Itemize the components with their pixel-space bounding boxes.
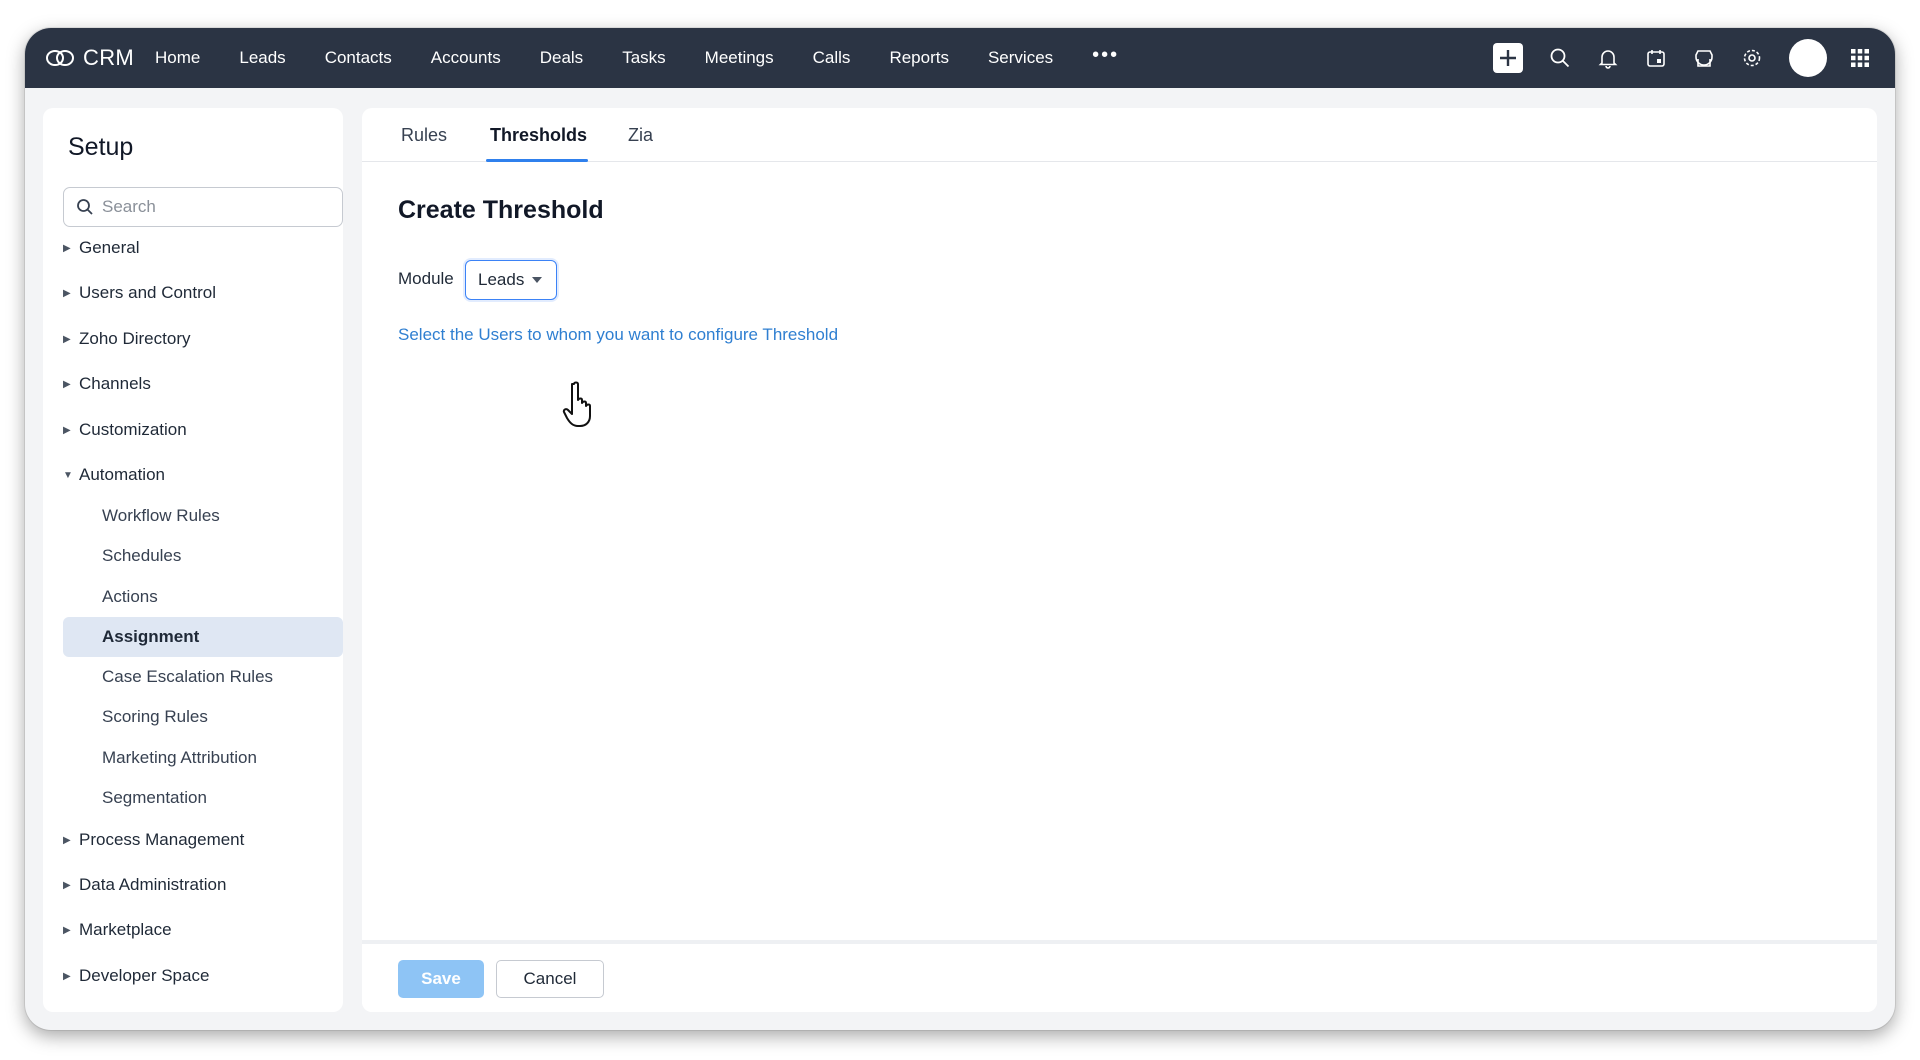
hand-cursor-icon xyxy=(562,381,591,427)
active-tab-indicator xyxy=(486,159,588,162)
nav-meetings[interactable]: Meetings xyxy=(705,48,774,68)
menu-customization[interactable]: ▶ Customization xyxy=(63,420,187,440)
menu-zoho-directory[interactable]: ▶ Zoho Directory xyxy=(63,329,190,349)
top-icons xyxy=(1493,28,1875,88)
top-nav-bar: CRM Home Leads Contacts Accounts Deals T… xyxy=(25,28,1895,88)
menu-general[interactable]: ▶ General xyxy=(63,238,139,258)
sub-assignment[interactable]: Assignment xyxy=(63,617,343,657)
sidebar-search-input[interactable] xyxy=(102,197,322,217)
nav-deals[interactable]: Deals xyxy=(540,48,583,68)
sub-schedules[interactable]: Schedules xyxy=(63,536,343,576)
apps-grid-icon[interactable] xyxy=(1845,43,1875,73)
main-nav: Home Leads Contacts Accounts Deals Tasks… xyxy=(155,44,1119,68)
sub-marketing-attribution[interactable]: Marketing Attribution xyxy=(63,738,343,778)
tab-rules[interactable]: Rules xyxy=(401,125,447,146)
tab-thresholds[interactable]: Thresholds xyxy=(490,125,587,146)
module-dropdown-value: Leads xyxy=(478,270,525,289)
caret-down-icon: ▼ xyxy=(63,469,73,481)
caret-right-icon: ▶ xyxy=(63,834,71,846)
sub-case-escalation-rules[interactable]: Case Escalation Rules xyxy=(63,657,343,697)
calendar-icon[interactable] xyxy=(1641,43,1671,73)
caret-right-icon: ▶ xyxy=(63,378,71,390)
nav-accounts[interactable]: Accounts xyxy=(431,48,501,68)
module-label: Module xyxy=(398,269,454,288)
app-window: CRM Home Leads Contacts Accounts Deals T… xyxy=(25,28,1895,1030)
menu-data-administration[interactable]: ▶ Data Administration xyxy=(63,875,226,895)
nav-more-icon[interactable]: ••• xyxy=(1092,44,1119,67)
bell-icon[interactable] xyxy=(1593,43,1623,73)
caret-right-icon: ▶ xyxy=(63,970,71,982)
chevron-down-icon xyxy=(532,277,543,283)
nav-contacts[interactable]: Contacts xyxy=(325,48,392,68)
gear-icon[interactable] xyxy=(1737,43,1767,73)
caret-right-icon: ▶ xyxy=(63,333,71,345)
caret-right-icon: ▶ xyxy=(63,424,71,436)
setup-sidebar: Setup ▶General ▶Users and Control ▶Zoho … xyxy=(43,108,343,1012)
save-button[interactable]: Save xyxy=(398,960,484,998)
configure-users-link[interactable]: Select the Users to whom you want to con… xyxy=(398,325,838,345)
nav-calls[interactable]: Calls xyxy=(813,48,851,68)
menu-developer-space[interactable]: ▶ Developer Space xyxy=(63,966,209,986)
sub-actions[interactable]: Actions xyxy=(63,577,343,617)
crm-logo-icon xyxy=(46,50,74,66)
page-title: Create Threshold xyxy=(398,196,604,224)
sub-scoring-rules[interactable]: Scoring Rules xyxy=(63,697,343,737)
app-name: CRM xyxy=(83,45,135,70)
cancel-button[interactable]: Cancel xyxy=(496,960,604,998)
module-dropdown[interactable]: Leads xyxy=(465,260,557,300)
search-icon[interactable] xyxy=(1545,43,1575,73)
menu-users-and-control[interactable]: ▶ Users and Control xyxy=(63,283,216,303)
menu-marketplace[interactable]: ▶ Marketplace xyxy=(63,920,172,940)
menu-process-management[interactable]: ▶ Process Management xyxy=(63,830,244,850)
avatar[interactable] xyxy=(1789,39,1827,77)
tab-zia[interactable]: Zia xyxy=(628,125,653,146)
crm-logo[interactable]: CRM xyxy=(45,45,145,71)
nav-home[interactable]: Home xyxy=(155,48,200,68)
sub-segmentation[interactable]: Segmentation xyxy=(63,778,343,818)
menu-channels[interactable]: ▶ Channels xyxy=(63,374,151,394)
sidebar-search[interactable] xyxy=(63,187,343,227)
nav-leads[interactable]: Leads xyxy=(239,48,285,68)
caret-right-icon: ▶ xyxy=(63,924,71,936)
main-panel: Rules Thresholds Zia Create Threshold Mo… xyxy=(362,108,1877,1012)
nav-services[interactable]: Services xyxy=(988,48,1053,68)
nav-tasks[interactable]: Tasks xyxy=(622,48,665,68)
sub-workflow-rules[interactable]: Workflow Rules xyxy=(63,496,343,536)
store-icon[interactable] xyxy=(1689,43,1719,73)
nav-reports[interactable]: Reports xyxy=(889,48,949,68)
form-footer: Save Cancel xyxy=(362,940,1877,1012)
caret-right-icon: ▶ xyxy=(63,287,71,299)
sidebar-title: Setup xyxy=(68,133,134,161)
caret-right-icon: ▶ xyxy=(63,879,71,891)
plus-icon[interactable] xyxy=(1493,43,1523,73)
caret-right-icon: ▶ xyxy=(63,242,71,254)
search-icon xyxy=(77,199,93,215)
tab-bar: Rules Thresholds Zia xyxy=(362,108,1877,162)
menu-automation[interactable]: ▼ Automation xyxy=(63,465,165,485)
